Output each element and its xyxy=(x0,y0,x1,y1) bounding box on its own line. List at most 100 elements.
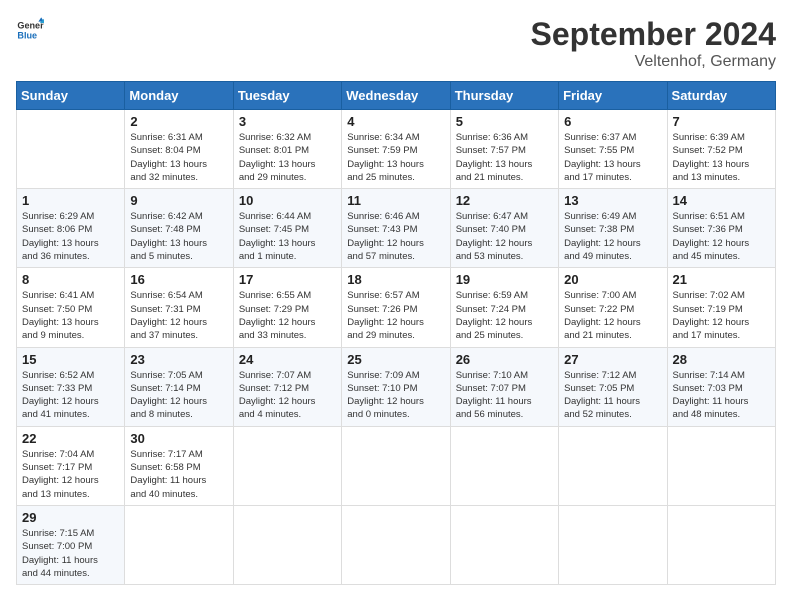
location-title: Veltenhof, Germany xyxy=(531,53,776,71)
day-number: 29 xyxy=(22,510,119,525)
cell-text: Sunrise: 6:32 AMSunset: 8:01 PMDaylight:… xyxy=(239,131,336,184)
calendar-cell: 10Sunrise: 6:44 AMSunset: 7:45 PMDayligh… xyxy=(233,189,341,268)
calendar-cell: 3 Sunrise: 6:32 AMSunset: 8:01 PMDaylight… xyxy=(233,110,341,189)
calendar-cell xyxy=(342,505,450,584)
day-number: 9 xyxy=(130,193,227,208)
day-number: 20 xyxy=(564,272,661,287)
calendar-week-1: 1 Sunrise: 6:29 AMSunset: 8:06 PMDaylight… xyxy=(17,189,776,268)
logo-icon: General Blue xyxy=(16,16,44,44)
header-cell-friday: Friday xyxy=(559,82,667,110)
cell-text: Sunrise: 6:59 AMSunset: 7:24 PMDaylight:… xyxy=(456,289,553,342)
calendar-cell xyxy=(559,505,667,584)
day-number: 1 xyxy=(22,193,119,208)
calendar-cell: 8 Sunrise: 6:41 AMSunset: 7:50 PMDaylight… xyxy=(17,268,125,347)
page-header: General Blue September 2024 Veltenhof, G… xyxy=(16,16,776,71)
calendar-cell: 16 Sunrise: 6:54 AMSunset: 7:31 PMDayligh… xyxy=(125,268,233,347)
cell-text: Sunrise: 7:14 AMSunset: 7:03 PMDaylight:… xyxy=(673,369,770,422)
day-number: 11 xyxy=(347,193,444,208)
calendar-week-3: 15 Sunrise: 6:52 AMSunset: 7:33 PMDayligh… xyxy=(17,347,776,426)
calendar-cell xyxy=(667,505,775,584)
calendar-cell: 12Sunrise: 6:47 AMSunset: 7:40 PMDayligh… xyxy=(450,189,558,268)
calendar-cell xyxy=(233,505,341,584)
day-number: 19 xyxy=(456,272,553,287)
cell-text: Sunrise: 7:00 AMSunset: 7:22 PMDaylight:… xyxy=(564,289,661,342)
day-number: 16 xyxy=(130,272,227,287)
day-number: 4 xyxy=(347,114,444,129)
calendar-cell xyxy=(450,426,558,505)
cell-text: Sunrise: 7:05 AMSunset: 7:14 PMDaylight:… xyxy=(130,369,227,422)
day-number: 15 xyxy=(22,352,119,367)
cell-text: Sunrise: 7:10 AMSunset: 7:07 PMDaylight:… xyxy=(456,369,553,422)
cell-text: Sunrise: 6:29 AMSunset: 8:06 PMDaylight:… xyxy=(22,210,119,263)
day-number: 12 xyxy=(456,193,553,208)
calendar-cell: 29 Sunrise: 7:15 AMSunset: 7:00 PMDayligh… xyxy=(17,505,125,584)
svg-text:General: General xyxy=(17,21,44,31)
day-number: 23 xyxy=(130,352,227,367)
cell-text: Sunrise: 7:12 AMSunset: 7:05 PMDaylight:… xyxy=(564,369,661,422)
day-number: 6 xyxy=(564,114,661,129)
day-number: 10 xyxy=(239,193,336,208)
cell-text: Sunrise: 6:54 AMSunset: 7:31 PMDaylight:… xyxy=(130,289,227,342)
header-cell-monday: Monday xyxy=(125,82,233,110)
logo: General Blue xyxy=(16,16,44,44)
day-number: 3 xyxy=(239,114,336,129)
calendar-cell: 24Sunrise: 7:07 AMSunset: 7:12 PMDayligh… xyxy=(233,347,341,426)
calendar-cell xyxy=(667,426,775,505)
calendar-cell: 27 Sunrise: 7:12 AMSunset: 7:05 PMDayligh… xyxy=(559,347,667,426)
header-cell-saturday: Saturday xyxy=(667,82,775,110)
day-number: 8 xyxy=(22,272,119,287)
day-number: 22 xyxy=(22,431,119,446)
day-number: 18 xyxy=(347,272,444,287)
calendar-week-4: 22 Sunrise: 7:04 AMSunset: 7:17 PMDayligh… xyxy=(17,426,776,505)
calendar-cell: 1 Sunrise: 6:29 AMSunset: 8:06 PMDaylight… xyxy=(17,189,125,268)
day-number: 26 xyxy=(456,352,553,367)
cell-text: Sunrise: 6:36 AMSunset: 7:57 PMDaylight:… xyxy=(456,131,553,184)
cell-text: Sunrise: 6:31 AMSunset: 8:04 PMDaylight:… xyxy=(130,131,227,184)
calendar-cell: 13Sunrise: 6:49 AMSunset: 7:38 PMDayligh… xyxy=(559,189,667,268)
calendar-cell: 18Sunrise: 6:57 AMSunset: 7:26 PMDayligh… xyxy=(342,268,450,347)
calendar-cell: 4Sunrise: 6:34 AMSunset: 7:59 PMDaylight… xyxy=(342,110,450,189)
calendar-week-2: 8 Sunrise: 6:41 AMSunset: 7:50 PMDaylight… xyxy=(17,268,776,347)
header-row: SundayMondayTuesdayWednesdayThursdayFrid… xyxy=(17,82,776,110)
header-cell-thursday: Thursday xyxy=(450,82,558,110)
cell-text: Sunrise: 6:51 AMSunset: 7:36 PMDaylight:… xyxy=(673,210,770,263)
calendar-cell: 2 Sunrise: 6:31 AMSunset: 8:04 PMDaylight… xyxy=(125,110,233,189)
calendar-cell: 20 Sunrise: 7:00 AMSunset: 7:22 PMDayligh… xyxy=(559,268,667,347)
cell-text: Sunrise: 7:15 AMSunset: 7:00 PMDaylight:… xyxy=(22,527,119,580)
calendar-cell: 7 Sunrise: 6:39 AMSunset: 7:52 PMDaylight… xyxy=(667,110,775,189)
day-number: 13 xyxy=(564,193,661,208)
cell-text: Sunrise: 6:55 AMSunset: 7:29 PMDaylight:… xyxy=(239,289,336,342)
cell-text: Sunrise: 7:04 AMSunset: 7:17 PMDaylight:… xyxy=(22,448,119,501)
cell-text: Sunrise: 6:52 AMSunset: 7:33 PMDaylight:… xyxy=(22,369,119,422)
cell-text: Sunrise: 6:37 AMSunset: 7:55 PMDaylight:… xyxy=(564,131,661,184)
day-number: 24 xyxy=(239,352,336,367)
day-number: 25 xyxy=(347,352,444,367)
day-number: 21 xyxy=(673,272,770,287)
cell-text: Sunrise: 7:09 AMSunset: 7:10 PMDaylight:… xyxy=(347,369,444,422)
day-number: 27 xyxy=(564,352,661,367)
calendar-cell xyxy=(17,110,125,189)
day-number: 7 xyxy=(673,114,770,129)
calendar-cell: 15 Sunrise: 6:52 AMSunset: 7:33 PMDayligh… xyxy=(17,347,125,426)
calendar-cell xyxy=(342,426,450,505)
cell-text: Sunrise: 6:39 AMSunset: 7:52 PMDaylight:… xyxy=(673,131,770,184)
calendar-cell: 25 Sunrise: 7:09 AMSunset: 7:10 PMDayligh… xyxy=(342,347,450,426)
calendar-cell: 9 Sunrise: 6:42 AMSunset: 7:48 PMDaylight… xyxy=(125,189,233,268)
month-title: September 2024 xyxy=(531,16,776,53)
calendar-week-0: 2 Sunrise: 6:31 AMSunset: 8:04 PMDaylight… xyxy=(17,110,776,189)
calendar-cell xyxy=(559,426,667,505)
day-number: 2 xyxy=(130,114,227,129)
cell-text: Sunrise: 7:02 AMSunset: 7:19 PMDaylight:… xyxy=(673,289,770,342)
calendar-cell: 23 Sunrise: 7:05 AMSunset: 7:14 PMDayligh… xyxy=(125,347,233,426)
calendar-table: SundayMondayTuesdayWednesdayThursdayFrid… xyxy=(16,81,776,585)
cell-text: Sunrise: 7:17 AMSunset: 6:58 PMDaylight:… xyxy=(130,448,227,501)
day-number: 17 xyxy=(239,272,336,287)
cell-text: Sunrise: 6:42 AMSunset: 7:48 PMDaylight:… xyxy=(130,210,227,263)
day-number: 30 xyxy=(130,431,227,446)
calendar-week-5: 29 Sunrise: 7:15 AMSunset: 7:00 PMDayligh… xyxy=(17,505,776,584)
calendar-cell xyxy=(450,505,558,584)
header-cell-sunday: Sunday xyxy=(17,82,125,110)
cell-text: Sunrise: 6:46 AMSunset: 7:43 PMDaylight:… xyxy=(347,210,444,263)
cell-text: Sunrise: 6:41 AMSunset: 7:50 PMDaylight:… xyxy=(22,289,119,342)
calendar-cell: 21 Sunrise: 7:02 AMSunset: 7:19 PMDayligh… xyxy=(667,268,775,347)
